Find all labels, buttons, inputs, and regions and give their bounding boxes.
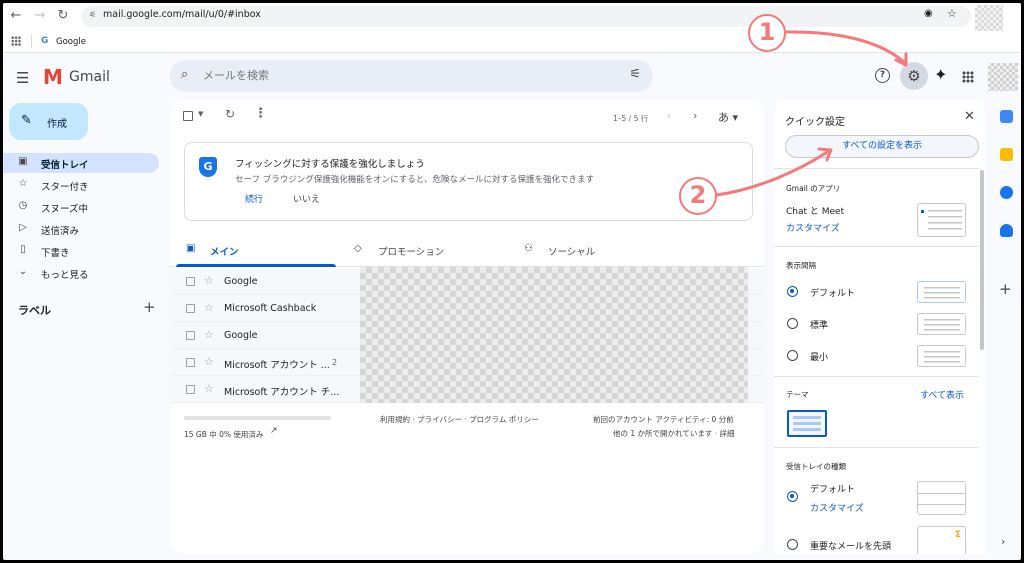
arrow-to-all-settings <box>715 149 831 197</box>
arrow-to-settings <box>784 30 907 65</box>
step-2-marker: 2 <box>679 177 717 215</box>
app-window: ← → ↻ ⚟ mail.google.com/mail/u/0/#inbox … <box>3 3 1021 560</box>
annotation-arrows <box>715 30 908 197</box>
step-1-marker: 1 <box>748 14 786 52</box>
